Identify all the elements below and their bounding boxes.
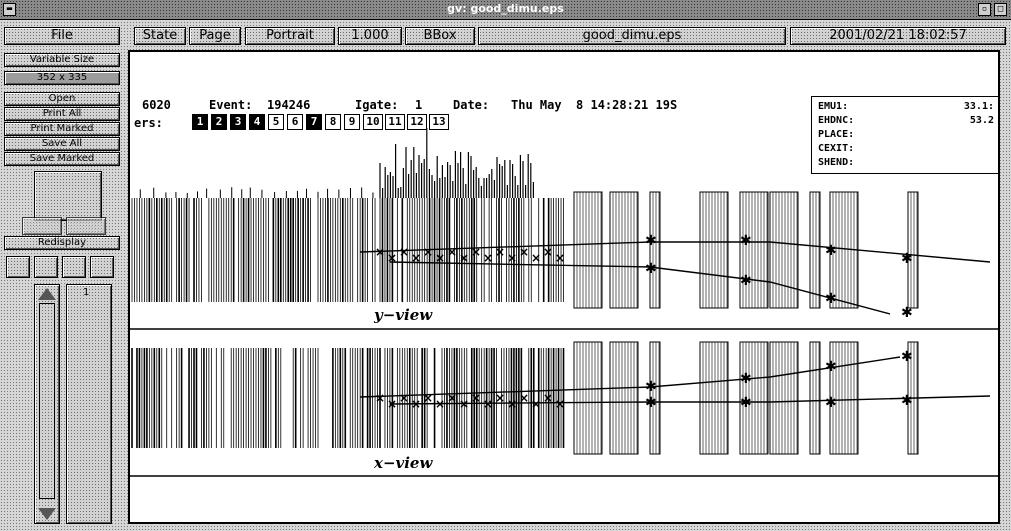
window-title: gv: good_dimu.eps — [447, 2, 564, 15]
hit-marker: ✱ — [645, 395, 657, 411]
vertex-hit: × — [387, 397, 397, 411]
hit-marker: ✱ — [645, 261, 657, 277]
y-view-label: y−view — [374, 306, 433, 324]
panner[interactable] — [34, 171, 102, 221]
filename-label: good_dimu.eps — [478, 27, 786, 45]
detector-station — [809, 191, 821, 309]
vertex-hit: × — [447, 245, 457, 259]
maximize-icon[interactable]: □ — [994, 3, 1007, 16]
open-button[interactable]: Open — [4, 92, 120, 106]
mark-toggle-icon-2[interactable] — [34, 256, 58, 278]
mark-toggle-icon-4[interactable] — [90, 256, 114, 278]
vertex-hit: × — [543, 391, 553, 405]
scroll-up-arrow-icon[interactable] — [38, 288, 56, 300]
scroll-thumb[interactable] — [39, 303, 55, 499]
vertex-hit: × — [435, 251, 445, 265]
hit-marker: ✱ — [901, 305, 913, 321]
hit-marker: ✱ — [901, 349, 913, 365]
mark-toggle-icon-1[interactable] — [6, 256, 30, 278]
detector-station — [809, 341, 821, 455]
page-list-scrollbar[interactable] — [34, 284, 60, 524]
prev-page-button[interactable] — [22, 217, 62, 235]
bbox-button[interactable]: BBox — [405, 27, 475, 45]
hit-marker: ✱ — [740, 233, 752, 249]
hit-marker: ✱ — [825, 395, 837, 411]
save-all-button[interactable]: Save All — [4, 137, 120, 151]
page-size-button[interactable]: 352 x 335 — [4, 71, 120, 85]
document-view[interactable]: 6020 Event: 194246 Igate: 1 Date: Thu Ma… — [128, 50, 1000, 524]
print-all-button[interactable]: Print All — [4, 107, 120, 121]
magnification-button[interactable]: 1.000 — [338, 27, 402, 45]
vertex-hit: × — [519, 245, 529, 259]
variable-size-button[interactable]: Variable Size — [4, 53, 120, 67]
hit-marker: ✱ — [740, 371, 752, 387]
print-marked-button[interactable]: Print Marked — [4, 122, 120, 136]
page-list-item[interactable]: 1 — [83, 287, 89, 298]
vertex-hit: × — [423, 391, 433, 405]
scroll-down-arrow-icon[interactable] — [38, 508, 56, 520]
hit-marker: ✱ — [901, 251, 913, 267]
vertex-hit: × — [399, 391, 409, 405]
vertex-hit: × — [555, 251, 565, 265]
hit-marker: ✱ — [740, 273, 752, 289]
hit-marker: ✱ — [901, 393, 913, 409]
vertex-hit: × — [435, 397, 445, 411]
vertex-hit: × — [483, 251, 493, 265]
muon-track — [389, 261, 891, 315]
file-menu-button[interactable]: File — [4, 27, 120, 45]
vertex-hit: × — [555, 397, 565, 411]
vertex-hit: × — [459, 397, 469, 411]
save-marked-button[interactable]: Save Marked — [4, 152, 120, 166]
redisplay-button[interactable]: Redisplay — [4, 236, 120, 250]
vertex-hit: × — [483, 397, 493, 411]
vertex-hit: × — [375, 391, 385, 405]
hit-marker: ✱ — [825, 291, 837, 307]
hit-marker: ✱ — [740, 395, 752, 411]
minimize-icon[interactable]: ▫ — [978, 3, 991, 16]
vertex-hit: × — [519, 391, 529, 405]
vertex-hit: × — [411, 397, 421, 411]
vertex-hit: × — [423, 245, 433, 259]
hit-marker: ✱ — [645, 379, 657, 395]
vertex-hit: × — [471, 391, 481, 405]
event-display: ✱ ✱✱ ✱✱✱✱✱✱ ✱✱✱✱ ✱ ✱ ✱××××××××××××××××××××××××… — [130, 128, 998, 477]
title-bar[interactable]: ▬ gv: good_dimu.eps ▫ □ — [0, 0, 1011, 20]
vertex-hit: × — [495, 245, 505, 259]
x-view-label: x−view — [374, 454, 433, 472]
datetime-label: 2001/02/21 18:02:57 — [790, 27, 1006, 45]
vertex-hit: × — [399, 245, 409, 259]
mark-toggle-icon-3[interactable] — [62, 256, 86, 278]
vertex-hit: × — [495, 391, 505, 405]
vertex-hit: × — [531, 397, 541, 411]
vertex-hit: × — [411, 251, 421, 265]
detector-station — [907, 191, 919, 309]
vertex-hit: × — [459, 251, 469, 265]
vertex-hit: × — [471, 245, 481, 259]
vertex-hit: × — [531, 251, 541, 265]
orientation-button[interactable]: Portrait — [245, 27, 335, 45]
page-menu-button[interactable]: Page — [189, 27, 241, 45]
vertex-hit: × — [507, 251, 517, 265]
hit-marker: ✱ — [825, 243, 837, 259]
vertex-hit: × — [507, 397, 517, 411]
hit-marker: ✱ — [825, 359, 837, 375]
state-menu-button[interactable]: State — [134, 27, 186, 45]
vertex-hit: × — [375, 245, 385, 259]
hit-marker: ✱ — [645, 233, 657, 249]
vertex-hit: × — [543, 245, 553, 259]
next-page-button[interactable] — [66, 217, 106, 235]
detector-station — [649, 191, 661, 309]
vertex-hit: × — [387, 251, 397, 265]
page-list[interactable]: 1 — [66, 284, 112, 524]
vertex-hit: × — [447, 391, 457, 405]
